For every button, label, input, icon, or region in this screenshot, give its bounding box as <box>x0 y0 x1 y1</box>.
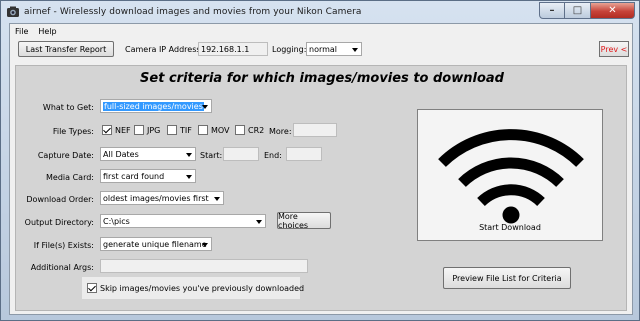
output-directory-select[interactable]: C:\pics <box>100 214 266 228</box>
more-types-field[interactable] <box>293 123 337 137</box>
filetype-tif-label: TIF <box>180 125 192 135</box>
if-exists-select[interactable]: generate unique filename <box>100 237 212 251</box>
what-to-get-select[interactable]: full-sized images/movies <box>100 99 212 113</box>
chevron-down-icon <box>214 197 220 201</box>
capture-date-label: Capture Date: <box>37 151 94 160</box>
checkbox-icon <box>87 283 97 293</box>
filetype-mov-checkbox[interactable]: MOV <box>198 125 230 135</box>
download-order-select[interactable]: oldest images/movies first <box>100 191 224 205</box>
camera-ip-field[interactable]: 192.168.1.1 <box>198 42 268 56</box>
minimize-button[interactable]: – <box>539 2 565 19</box>
logging-select[interactable]: normal <box>306 42 362 56</box>
filetype-cr2-label: CR2 <box>248 125 265 135</box>
capture-date-value: All Dates <box>103 149 139 159</box>
checkbox-icon <box>198 125 208 135</box>
end-date-label: End: <box>264 151 282 160</box>
filetype-cr2-checkbox[interactable]: CR2 <box>235 125 264 135</box>
checkbox-icon <box>235 125 245 135</box>
additional-args-field[interactable] <box>100 259 308 273</box>
chevron-down-icon <box>202 243 208 247</box>
skip-previous-container: Skip images/movies you've previously dow… <box>82 277 304 299</box>
window-controls: – □ ✕ <box>539 2 635 19</box>
what-to-get-label: What to Get: <box>42 103 94 112</box>
additional-args-label: Additional Args: <box>30 263 94 272</box>
title-bar[interactable]: airnef - Wirelessly download images and … <box>1 1 639 23</box>
start-date-field[interactable] <box>223 147 259 161</box>
close-button[interactable]: ✕ <box>591 2 635 19</box>
chevron-down-icon <box>256 220 262 224</box>
camera-ip-label: Camera IP Address: <box>125 45 204 54</box>
menu-file[interactable]: File <box>10 27 33 36</box>
logging-label: Logging: <box>272 45 307 54</box>
media-card-value: first card found <box>103 171 165 181</box>
download-order-value: oldest images/movies first <box>103 193 209 203</box>
chevron-down-icon <box>186 153 192 157</box>
checkbox-icon <box>102 125 112 135</box>
page-title: Set criteria for which images/movies to … <box>140 71 504 86</box>
start-download-label: Start Download <box>479 223 541 232</box>
end-date-field[interactable] <box>286 147 322 161</box>
client-area: File Help Last Transfer Report Camera IP… <box>9 23 633 315</box>
toolbar: Last Transfer Report Camera IP Address: … <box>10 38 632 62</box>
filetype-tif-checkbox[interactable]: TIF <box>167 125 192 135</box>
download-order-label: Download Order: <box>26 195 94 204</box>
capture-date-select[interactable]: All Dates <box>100 147 196 161</box>
chevron-down-icon <box>352 48 358 52</box>
last-transfer-report-button[interactable]: Last Transfer Report <box>18 41 114 57</box>
prev-button[interactable]: Prev < <box>599 41 629 57</box>
filetype-mov-label: MOV <box>211 125 230 135</box>
camera-app-icon <box>7 6 19 17</box>
if-exists-label: If File(s) Exists: <box>33 241 94 250</box>
criteria-panel: Set criteria for which images/movies to … <box>15 65 627 311</box>
start-download-button[interactable]: Start Download <box>417 109 603 241</box>
chevron-down-icon <box>202 105 208 109</box>
start-date-label: Start: <box>200 151 223 160</box>
maximize-button[interactable]: □ <box>565 2 591 19</box>
filetype-nef-checkbox[interactable]: NEF <box>102 125 131 135</box>
filetype-jpg-label: JPG <box>147 125 161 135</box>
more-types-label: More: <box>269 127 292 136</box>
menu-help[interactable]: Help <box>33 27 61 36</box>
filetype-nef-label: NEF <box>115 125 131 135</box>
menu-bar: File Help <box>10 24 632 38</box>
filetype-jpg-checkbox[interactable]: JPG <box>134 125 160 135</box>
what-to-get-value: full-sized images/movies <box>103 101 204 111</box>
preview-file-list-button[interactable]: Preview File List for Criteria <box>443 267 571 289</box>
skip-previous-label: Skip images/movies you've previously dow… <box>100 283 305 293</box>
logging-value: normal <box>309 44 338 54</box>
media-card-label: Media Card: <box>46 173 94 182</box>
chevron-down-icon <box>186 175 192 179</box>
media-card-select[interactable]: first card found <box>100 169 196 183</box>
app-window: airnef - Wirelessly download images and … <box>0 0 640 321</box>
more-choices-button[interactable]: More choices <box>277 212 331 230</box>
checkbox-icon <box>134 125 144 135</box>
skip-previous-checkbox[interactable]: Skip images/movies you've previously dow… <box>87 283 304 293</box>
output-directory-value: C:\pics <box>103 216 130 226</box>
window-title: airnef - Wirelessly download images and … <box>24 7 362 17</box>
file-types-label: File Types: <box>52 127 94 136</box>
checkbox-icon <box>167 125 177 135</box>
if-exists-value: generate unique filename <box>103 239 207 249</box>
output-directory-label: Output Directory: <box>24 218 94 227</box>
